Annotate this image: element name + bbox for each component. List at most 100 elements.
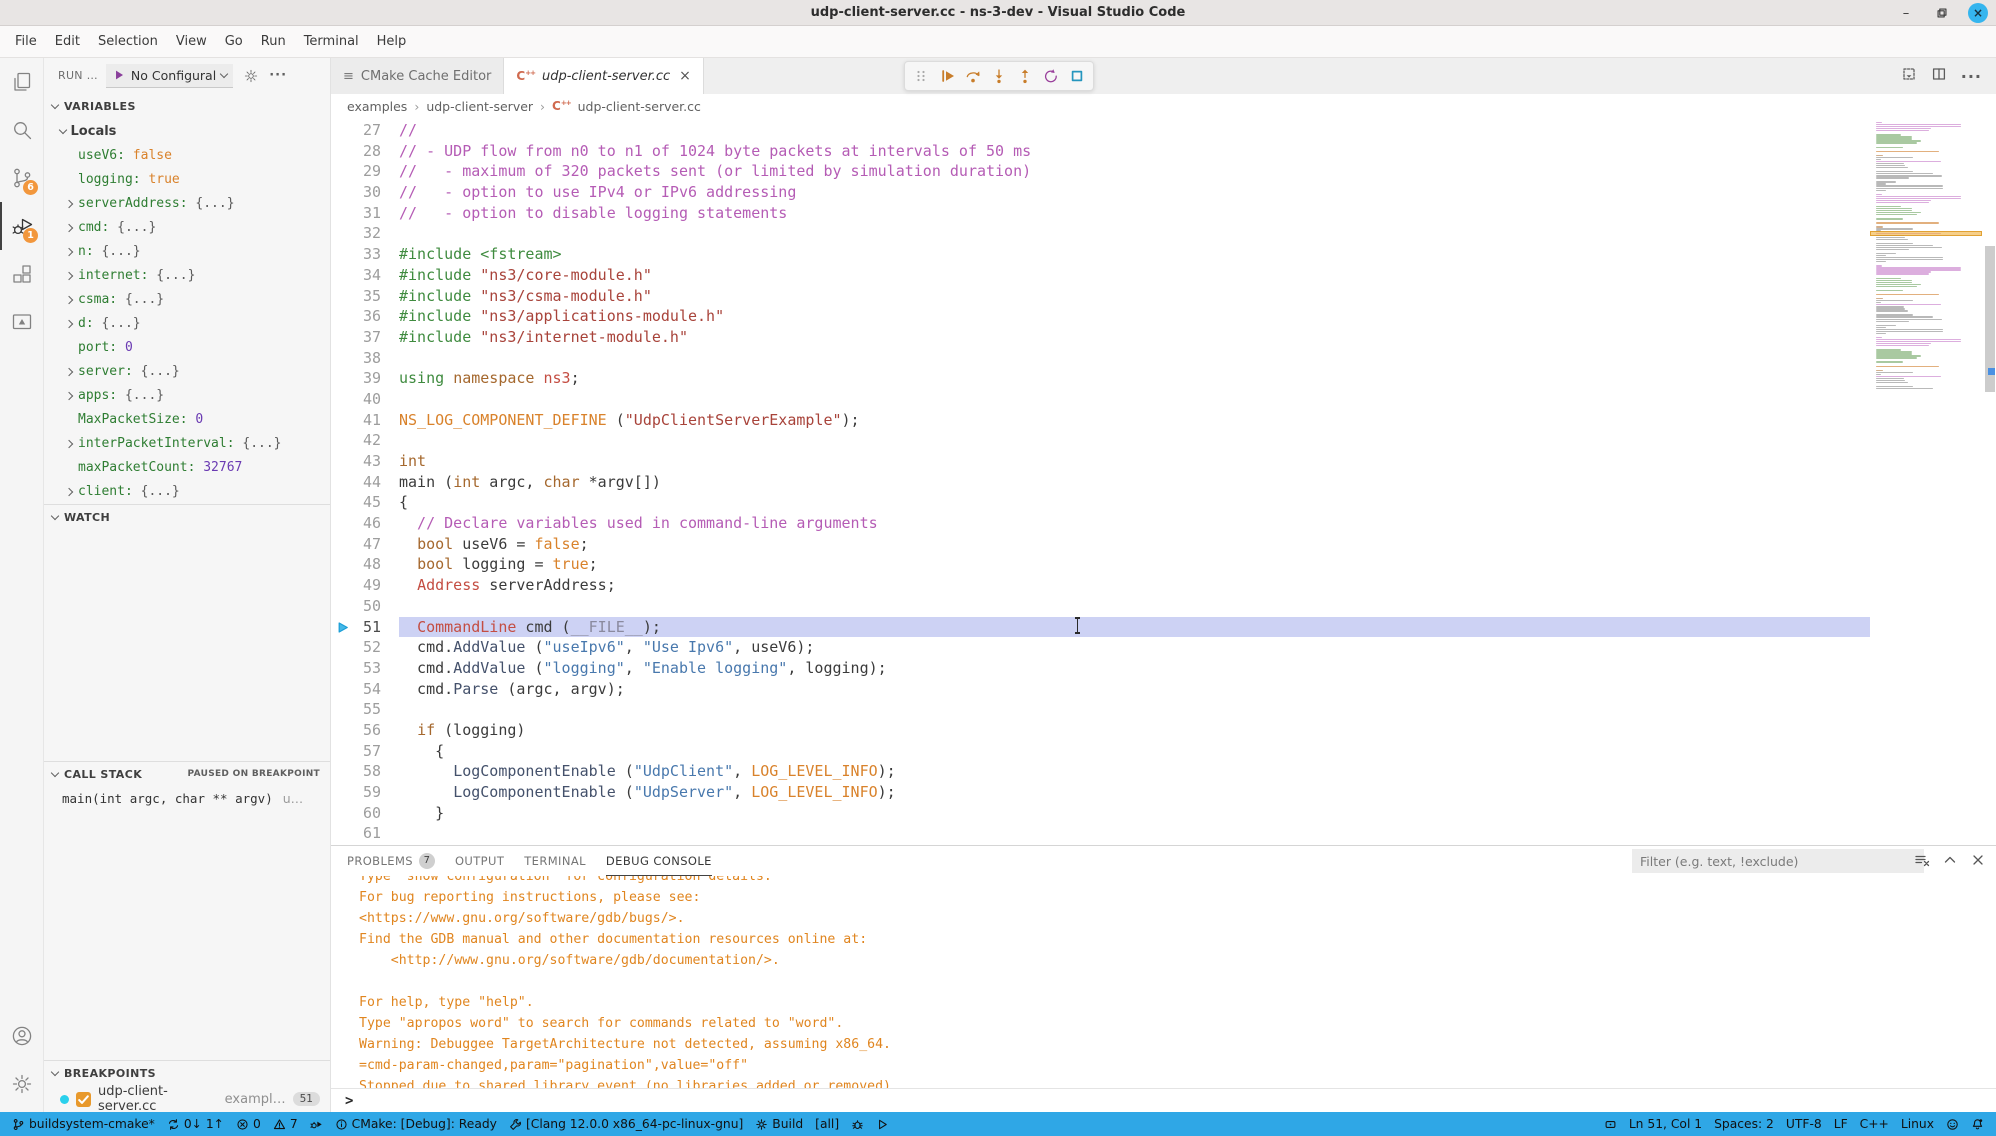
step-into-button[interactable] — [986, 63, 1012, 89]
status-cmake-build[interactable]: Build — [749, 1112, 809, 1136]
stop-button[interactable] — [1064, 63, 1090, 89]
code-line-35[interactable]: 35#include "ns3/csma-module.h" — [331, 286, 1870, 307]
menu-terminal[interactable]: Terminal — [295, 30, 368, 53]
code-line-59[interactable]: 59 LogComponentEnable ("UdpServer", LOG_… — [331, 782, 1870, 803]
gear-icon[interactable] — [243, 68, 259, 84]
code-line-52[interactable]: 52 cmd.AddValue ("useIpv6", "Use Ipv6", … — [331, 637, 1870, 658]
activity-explorer[interactable] — [0, 58, 43, 106]
code-line-53[interactable]: 53 cmd.AddValue ("logging", "Enable logg… — [331, 658, 1870, 679]
step-out-button[interactable] — [1012, 63, 1038, 89]
code-line-60[interactable]: 60 } — [331, 803, 1870, 824]
scope-locals[interactable]: Locals — [44, 120, 330, 144]
code-line-27[interactable]: 27// — [331, 120, 1870, 141]
close-button[interactable]: × — [1968, 3, 1988, 23]
variable-row[interactable]: d: {...} — [44, 312, 330, 336]
status-language-mode[interactable]: C++ — [1854, 1112, 1895, 1136]
status-remote-indicator[interactable] — [1598, 1112, 1623, 1136]
breakpoints-section-header[interactable]: BREAKPOINTS — [44, 1060, 330, 1086]
variable-row[interactable]: serverAddress: {...} — [44, 192, 330, 216]
status-indentation[interactable]: Spaces: 2 — [1708, 1112, 1780, 1136]
menu-edit[interactable]: Edit — [46, 30, 89, 53]
breadcrumb-item[interactable]: udp-client-server.cc — [578, 99, 701, 114]
panel-tab-debug-console[interactable]: DEBUG CONSOLE — [606, 846, 712, 876]
variable-row[interactable]: logging: true — [44, 168, 330, 192]
variable-row[interactable]: useV6: false — [44, 144, 330, 168]
code-line-30[interactable]: 30// - option to use IPv4 or IPv6 addres… — [331, 182, 1870, 203]
code-line-54[interactable]: 54 cmd.Parse (argc, argv); — [331, 679, 1870, 700]
restore-button[interactable] — [1932, 3, 1952, 23]
code-line-29[interactable]: 29// - maximum of 320 packets sent (or l… — [331, 161, 1870, 182]
code-line-39[interactable]: 39using namespace ns3; — [331, 368, 1870, 389]
status-errors[interactable]: 0 — [230, 1112, 267, 1136]
clear-console-icon[interactable] — [1914, 852, 1930, 868]
code-line-33[interactable]: 33#include <fstream> — [331, 244, 1870, 265]
code-line-37[interactable]: 37#include "ns3/internet-module.h" — [331, 327, 1870, 348]
status-eol[interactable]: LF — [1828, 1112, 1854, 1136]
status-encoding[interactable]: UTF-8 — [1780, 1112, 1828, 1136]
activity-search[interactable] — [0, 106, 43, 154]
activity-accounts[interactable] — [0, 1012, 43, 1060]
variable-row[interactable]: n: {...} — [44, 240, 330, 264]
close-panel-icon[interactable] — [1970, 852, 1986, 868]
code-line-46[interactable]: 46 // Declare variables used in command-… — [331, 513, 1870, 534]
menu-go[interactable]: Go — [216, 30, 252, 53]
code-line-36[interactable]: 36#include "ns3/applications-module.h" — [331, 306, 1870, 327]
variable-row[interactable]: internet: {...} — [44, 264, 330, 288]
activity-run-and-debug[interactable]: 1 — [0, 202, 43, 250]
code-line-51[interactable]: 51 CommandLine cmd (__FILE__); — [331, 617, 1870, 638]
variable-row[interactable]: interPacketInterval: {...} — [44, 432, 330, 456]
more-actions-icon[interactable]: ··· — [1961, 67, 1982, 86]
status-notifications[interactable] — [1965, 1112, 1990, 1136]
code-line-49[interactable]: 49 Address serverAddress; — [331, 575, 1870, 596]
menu-selection[interactable]: Selection — [89, 30, 167, 53]
run-below-button[interactable] — [1901, 66, 1917, 86]
code-line-38[interactable]: 38 — [331, 348, 1870, 369]
step-over-button[interactable] — [960, 63, 986, 89]
breadcrumb-item[interactable]: examples — [347, 99, 407, 114]
variables-section-header[interactable]: VARIABLES — [44, 94, 330, 120]
code-line-42[interactable]: 42 — [331, 430, 1870, 451]
split-editor-button[interactable] — [1931, 66, 1947, 86]
variable-row[interactable]: csma: {...} — [44, 288, 330, 312]
status-cursor-position[interactable]: Ln 51, Col 1 — [1623, 1112, 1708, 1136]
variable-row[interactable]: client: {...} — [44, 480, 330, 504]
minimize-button[interactable]: – — [1896, 3, 1916, 23]
status-build-target[interactable]: [all] — [809, 1112, 845, 1136]
tab-cmake-cache-editor[interactable]: ≡CMake Cache Editor — [331, 58, 504, 94]
more-actions-icon[interactable]: ··· — [269, 68, 287, 83]
call-stack-section-header[interactable]: CALL STACK PAUSED ON BREAKPOINT — [44, 761, 330, 787]
menu-view[interactable]: View — [167, 30, 216, 53]
status-cmake-debug[interactable] — [304, 1112, 329, 1136]
debug-console-input[interactable]: > — [331, 1088, 1996, 1112]
launch-configuration-dropdown[interactable]: No Configural — [106, 64, 233, 88]
code-line-31[interactable]: 31// - option to disable logging stateme… — [331, 203, 1870, 224]
code-line-41[interactable]: 41NS_LOG_COMPONENT_DEFINE ("UdpClientSer… — [331, 410, 1870, 431]
status-warnings[interactable]: 7 — [267, 1112, 304, 1136]
panel-tab-terminal[interactable]: TERMINAL — [524, 846, 586, 876]
stack-frame[interactable]: main(int argc, char ** argv) u… — [44, 787, 330, 811]
close-icon[interactable]: × — [679, 68, 691, 84]
maximize-panel-icon[interactable] — [1942, 852, 1958, 868]
variable-row[interactable]: port: 0 — [44, 336, 330, 360]
status-git-branch[interactable]: buildsystem-cmake* — [6, 1112, 161, 1136]
menu-help[interactable]: Help — [368, 30, 416, 53]
activity-extensions[interactable] — [0, 250, 43, 298]
activity-manage[interactable] — [0, 1060, 43, 1108]
variable-row[interactable]: cmd: {...} — [44, 216, 330, 240]
debug-console-output[interactable]: Type "show configuration" for configurat… — [331, 876, 1996, 1089]
restart-button[interactable] — [1038, 63, 1064, 89]
variable-row[interactable]: maxPacketCount: 32767 — [44, 456, 330, 480]
code-line-45[interactable]: 45{ — [331, 492, 1870, 513]
status-os[interactable]: Linux — [1895, 1112, 1940, 1136]
code-line-55[interactable]: 55 — [331, 699, 1870, 720]
variable-row[interactable]: apps: {...} — [44, 384, 330, 408]
variable-row[interactable]: server: {...} — [44, 360, 330, 384]
code-line-47[interactable]: 47 bool useV6 = false; — [331, 534, 1870, 555]
code-line-50[interactable]: 50 — [331, 596, 1870, 617]
breadcrumb-item[interactable]: udp-client-server — [426, 99, 533, 114]
status-cmake-launch-target[interactable] — [870, 1112, 895, 1136]
code-line-44[interactable]: 44main (int argc, char *argv[]) — [331, 472, 1870, 493]
menu-run[interactable]: Run — [252, 30, 295, 53]
variable-row[interactable]: MaxPacketSize: 0 — [44, 408, 330, 432]
continue-button[interactable] — [934, 63, 960, 89]
